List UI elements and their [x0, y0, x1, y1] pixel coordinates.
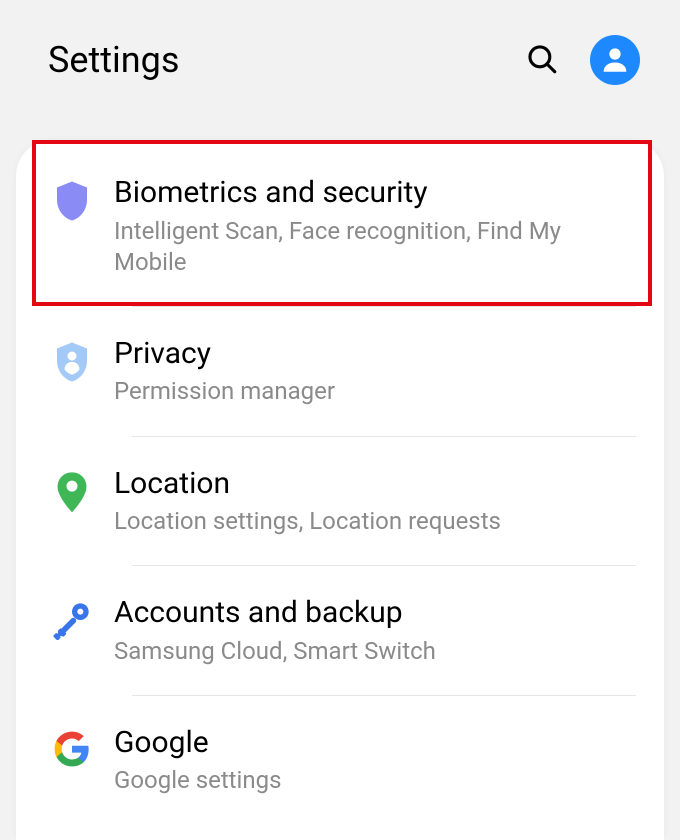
profile-button[interactable] [590, 35, 640, 85]
row-subtitle: Permission manager [114, 376, 634, 407]
row-google[interactable]: Google Google settings [16, 696, 664, 807]
row-title: Google [114, 724, 634, 762]
key-icon [44, 594, 100, 640]
header: Settings [0, 0, 680, 120]
shield-icon [44, 174, 100, 222]
row-title: Accounts and backup [114, 594, 634, 632]
row-text: Location Location settings, Location req… [100, 465, 634, 538]
row-text: Accounts and backup Samsung Cloud, Smart… [100, 594, 634, 667]
google-icon [44, 724, 100, 768]
row-text: Privacy Permission manager [100, 335, 634, 408]
row-title: Privacy [114, 335, 634, 373]
row-accounts-backup[interactable]: Accounts and backup Samsung Cloud, Smart… [16, 566, 664, 695]
row-subtitle: Google settings [114, 765, 634, 796]
row-subtitle: Location settings, Location requests [114, 506, 634, 537]
row-location[interactable]: Location Location settings, Location req… [16, 437, 664, 566]
search-icon [525, 42, 559, 79]
location-pin-icon [44, 465, 100, 515]
profile-icon [598, 42, 632, 79]
header-actions [522, 35, 640, 85]
page-title: Settings [48, 39, 179, 81]
row-text: Biometrics and security Intelligent Scan… [100, 174, 634, 278]
row-title: Biometrics and security [114, 174, 634, 212]
row-title: Location [114, 465, 634, 503]
row-subtitle: Intelligent Scan, Face recognition, Find… [114, 216, 634, 278]
row-biometrics-security[interactable]: Biometrics and security Intelligent Scan… [16, 146, 664, 306]
row-subtitle: Samsung Cloud, Smart Switch [114, 636, 634, 667]
search-button[interactable] [522, 40, 562, 80]
privacy-shield-icon [44, 335, 100, 383]
row-text: Google Google settings [100, 724, 634, 797]
row-privacy[interactable]: Privacy Permission manager [16, 307, 664, 436]
settings-card: Biometrics and security Intelligent Scan… [16, 140, 664, 840]
